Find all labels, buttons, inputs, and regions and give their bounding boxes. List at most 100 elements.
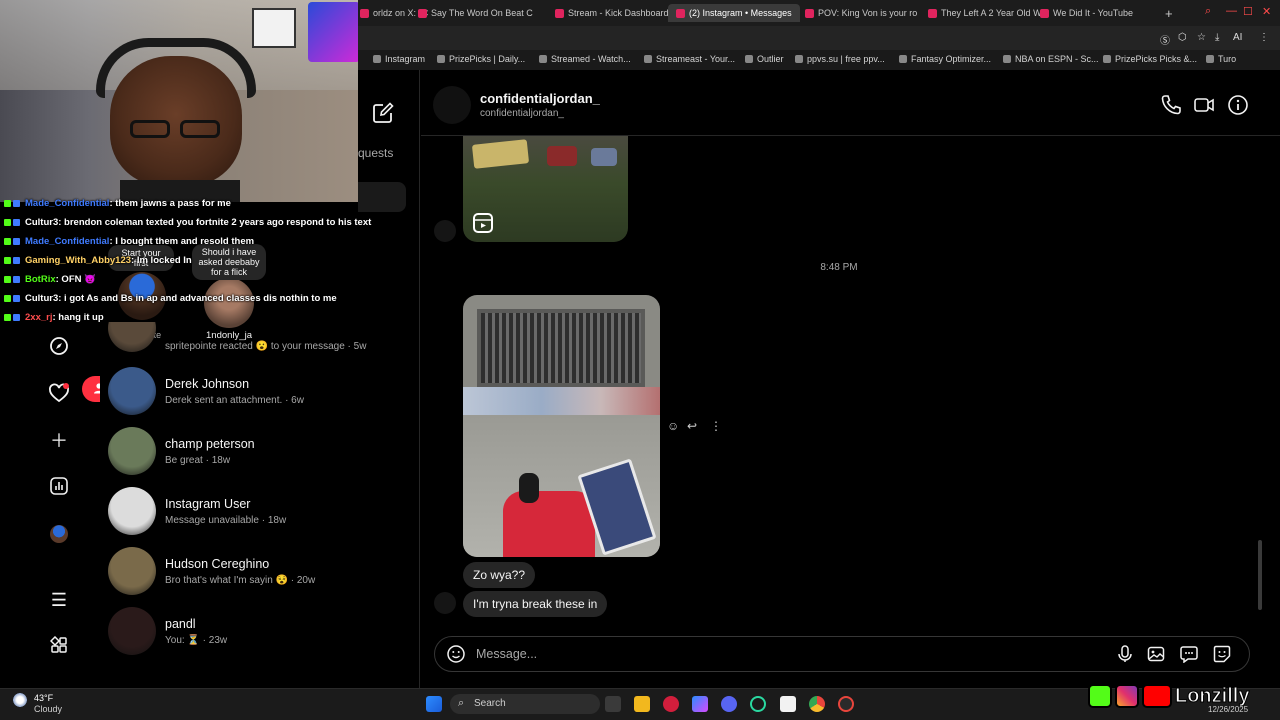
minimize-icon[interactable]: — [1226,5,1237,17]
taskbar-search[interactable] [450,694,600,714]
chrome-icon[interactable] [809,696,825,712]
bookmark-item[interactable]: NBA on ESPN - Sc... [1003,54,1099,64]
conversation-avatar [108,547,156,595]
conversation-info-icon[interactable] [1227,94,1249,116]
browser-tab[interactable]: (2) Instagram • Messages [668,4,800,22]
conversation-avatar [108,322,156,352]
conversation-item[interactable]: champ peterson Be great · 18w [108,426,408,476]
bookmark-favicon [1103,55,1111,63]
chat-badge-icon [4,237,11,245]
audio-call-icon[interactable] [1160,94,1182,116]
reply-icon[interactable]: ↩ [687,419,697,433]
bookmark-item[interactable]: ppvs.su | free ppv... [795,54,885,64]
bookmark-item[interactable]: Fantasy Optimizer... [899,54,991,64]
react-emoji-icon[interactable]: ☺ [667,419,679,433]
dashboard-icon[interactable] [48,477,70,499]
taskbar-search-label: Search [474,698,506,709]
bookmark-item[interactable]: Streameast - Your... [644,54,735,64]
contact-avatar[interactable] [433,86,471,124]
gif-icon[interactable] [1180,645,1198,664]
new-tab-button[interactable]: + [1165,4,1173,22]
bookmark-item[interactable]: Streamed - Watch... [539,54,631,64]
conversation-item[interactable]: Derek Johnson Derek sent an attachment. ·… [108,366,408,416]
maximize-icon[interactable]: ☐ [1243,5,1253,18]
friend-note-bubble[interactable]: Should i have asked deebaby for a flick [192,244,266,280]
message-more-icon[interactable]: ⋮ [710,419,722,433]
chat-username[interactable]: Gaming_With_Abby123 [25,255,131,266]
opera-icon[interactable] [663,696,679,712]
weather-icon[interactable] [12,692,28,708]
chat-username[interactable]: 2xx_rj [25,312,52,323]
shared-photo[interactable] [463,295,660,557]
downloads-icon[interactable]: ⤓ [1215,32,1219,43]
stream-chat-line: Gaming_With_Abby123: Im locked In [4,255,192,266]
contact-name[interactable]: confidentialjordan_ [480,91,600,106]
requests-tab[interactable]: quests [358,146,393,160]
conversation-item[interactable]: Instagram User Message unavailable · 18w [108,486,408,536]
browser-tab[interactable]: Say The Word On Beat C [418,4,533,22]
chat-badge-icon [4,313,11,321]
ai-button[interactable]: AI [1233,32,1242,43]
microphone-icon[interactable] [1116,645,1134,663]
message-bubble[interactable]: I'm tryna break these in [463,591,608,617]
search-box-edge[interactable] [358,182,406,212]
weather-temp[interactable]: 43°F [34,693,53,703]
sender-avatar[interactable] [434,220,456,242]
conversation-meta: pandl You: ⏳ · 23w [165,617,227,646]
stream-chat-line: Made_Confidential: I bought them and res… [4,236,254,247]
video-call-icon[interactable] [1193,94,1215,116]
chat-username[interactable]: Made_Confidential [25,236,109,247]
bookmark-favicon [644,55,652,63]
windows-start-icon[interactable] [426,696,442,712]
chat-badge-icon [13,237,20,245]
emoji-icon[interactable] [447,645,465,663]
bookmark-item[interactable]: Outlier [745,54,784,64]
weather-condition[interactable]: Cloudy [34,704,62,714]
browser-tab[interactable]: POV: King Von is your ro [805,4,917,22]
taskbar-date[interactable]: 12/26/2025 [1208,705,1248,714]
favorites-icon[interactable]: ☆ [1197,32,1206,43]
bookmark-item[interactable]: Turo [1206,54,1236,64]
chat-username[interactable]: Cultur3 [25,293,58,304]
bookmark-item[interactable]: PrizePicks Picks &... [1103,54,1197,64]
file-explorer-icon[interactable] [634,696,650,712]
chat-username[interactable]: Made_Confidential [25,198,109,209]
conversation-item[interactable]: spritepointe reacted 😮 to your message ·… [108,322,408,352]
browser-tab[interactable]: We Did It - YouTube [1040,4,1133,22]
image-upload-icon[interactable] [1147,645,1165,663]
copilot-icon[interactable] [692,696,708,712]
browser-tab[interactable]: They Left A 2 Year Old W [928,4,1042,22]
bookmark-label: Streameast - Your... [656,54,736,64]
search-tabs-icon[interactable]: ⌕ [1205,5,1211,18]
explore-icon[interactable] [48,336,70,358]
profile-avatar[interactable] [48,523,70,545]
bookmark-label: Fantasy Optimizer... [911,54,992,64]
chat-username[interactable]: Cultur3 [25,217,58,228]
sticker-icon[interactable] [1213,645,1231,663]
obs-icon[interactable] [750,696,766,712]
app-icon[interactable] [838,696,854,712]
notifications-heart-icon[interactable] [48,382,70,404]
sender-avatar[interactable] [434,592,456,614]
task-view-icon[interactable] [605,696,621,712]
also-from-meta-icon[interactable] [48,635,70,658]
extension-s-icon[interactable]: Ⓢ [1160,32,1170,47]
discord-icon[interactable] [721,696,737,712]
browser-tab[interactable]: Stream - Kick Dashboard [555,4,669,22]
conversation-item[interactable]: Hudson Cereghino Bro that's what I'm sayi… [108,546,408,596]
conversation-item[interactable]: pandl You: ⏳ · 23w [108,606,408,656]
extensions-icon[interactable]: ⬡ [1178,32,1187,43]
chat-badge-icon [13,218,20,226]
more-menu-icon[interactable]: ☰ [48,589,70,611]
chat-scrollbar[interactable] [1258,540,1262,610]
create-plus-icon[interactable]: ＋ [48,430,70,452]
notepad-icon[interactable] [780,696,796,712]
bookmark-item[interactable]: Instagram [373,54,425,64]
new-message-icon[interactable] [372,102,394,129]
close-window-icon[interactable]: ✕ [1262,5,1271,18]
bookmark-item[interactable]: PrizePicks | Daily... [437,54,525,64]
message-input[interactable] [476,645,1076,663]
message-bubble[interactable]: Zo wya?? [463,562,536,588]
menu-icon[interactable]: ⋮ [1259,32,1269,43]
chat-username[interactable]: BotRix [25,274,56,285]
